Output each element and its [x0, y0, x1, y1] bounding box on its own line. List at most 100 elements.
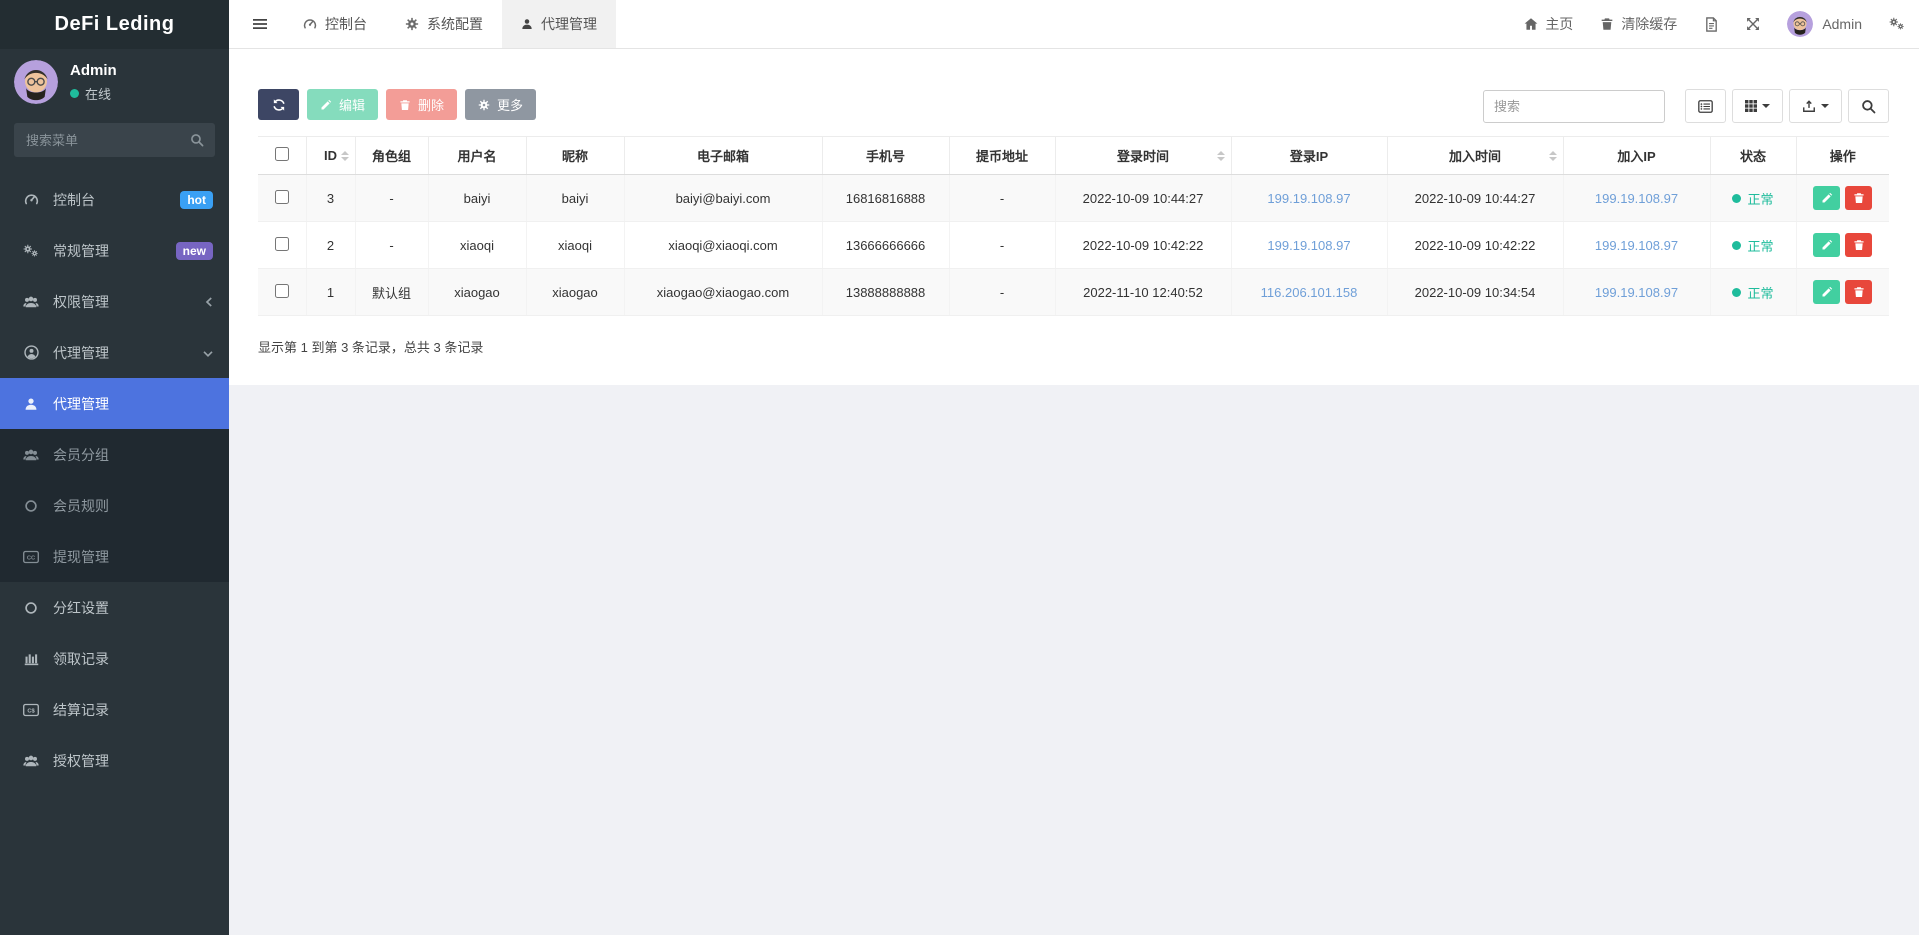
sidebar-item-claim-records[interactable]: 领取记录: [0, 633, 229, 684]
login-ip-link[interactable]: 116.206.101.158: [1261, 285, 1358, 300]
table-panel: 编辑 删除 更多: [229, 49, 1919, 385]
header-withdraw-address: 提币地址: [949, 137, 1055, 175]
header-role-group: 角色组: [355, 137, 428, 175]
row-checkbox[interactable]: [275, 284, 289, 298]
select-all-checkbox[interactable]: [275, 147, 289, 161]
search-button[interactable]: [1848, 89, 1889, 123]
more-label: 更多: [497, 95, 523, 114]
avatar: [14, 60, 58, 104]
menu-toggle-icon[interactable]: [252, 16, 268, 32]
pencil-icon: [1821, 192, 1833, 204]
header-status: 状态: [1710, 137, 1796, 175]
sidebar-item-label: 代理管理: [53, 343, 109, 363]
row-checkbox[interactable]: [275, 190, 289, 204]
header-join-ip: 加入IP: [1563, 137, 1710, 175]
list-alt-icon: [1698, 100, 1713, 113]
row-delete-button[interactable]: [1845, 186, 1872, 210]
header-login-time[interactable]: 登录时间: [1055, 137, 1231, 175]
tab-agent-manage[interactable]: 代理管理: [502, 0, 616, 48]
delete-label: 删除: [418, 95, 444, 114]
join-ip-link[interactable]: 199.19.108.97: [1595, 238, 1678, 253]
login-ip-link[interactable]: 199.19.108.97: [1267, 191, 1350, 206]
sidebar-item-agent-manage[interactable]: 代理管理: [0, 378, 229, 429]
trash-icon: [1853, 286, 1865, 298]
sidebar-item-authorization-manage[interactable]: 授权管理: [0, 735, 229, 786]
gear-icon: [405, 17, 419, 31]
cell-withdraw-address: -: [949, 269, 1055, 316]
more-button[interactable]: 更多: [465, 89, 536, 120]
pencil-icon: [1821, 239, 1833, 251]
sidebar-item-label: 权限管理: [53, 292, 109, 312]
join-ip-link[interactable]: 199.19.108.97: [1595, 285, 1678, 300]
navbar-right: 主页 清除缓存 Admin: [1524, 11, 1919, 37]
sidebar-item-label: 代理管理: [53, 394, 109, 414]
home-label: 主页: [1545, 14, 1573, 34]
data-table: ID 角色组 用户名 昵称 电子邮箱 手机号 提币地址 登录时间 登录IP 加入…: [258, 136, 1889, 316]
delete-button[interactable]: 删除: [386, 89, 457, 120]
sidebar: DeFi Leding Admin 在线 控制台 hot 常规管理: [0, 0, 229, 935]
row-delete-button[interactable]: [1845, 233, 1872, 257]
row-edit-button[interactable]: [1813, 280, 1840, 304]
row-checkbox[interactable]: [275, 237, 289, 251]
records-summary: 显示第 1 到第 3 条记录，总共 3 条记录: [258, 337, 1889, 356]
edit-button[interactable]: 编辑: [307, 89, 378, 120]
row-edit-button[interactable]: [1813, 233, 1840, 257]
search-icon: [190, 133, 204, 147]
cell-login-time: 2022-10-09 10:44:27: [1055, 175, 1231, 222]
cell-join-time: 2022-10-09 10:34:54: [1387, 269, 1563, 316]
refresh-button[interactable]: [258, 89, 299, 120]
caret-down-icon: [1821, 104, 1829, 108]
row-delete-button[interactable]: [1845, 280, 1872, 304]
settings-button[interactable]: [1889, 16, 1905, 32]
cell-nickname: xiaogao: [526, 269, 624, 316]
export-button[interactable]: [1789, 89, 1842, 123]
agent-submenu: 代理管理 会员分组 会员规则 提现管理: [0, 378, 229, 582]
circle-icon: [22, 499, 40, 513]
sidebar-item-dividend-settings[interactable]: 分红设置: [0, 582, 229, 633]
cogs-icon: [1889, 16, 1905, 32]
sidebar-item-general[interactable]: 常规管理 new: [0, 225, 229, 276]
cell-id: 3: [306, 175, 355, 222]
status-dot-icon: [1732, 194, 1741, 203]
cell-role-group: 默认组: [355, 269, 428, 316]
status-badge: 正常: [1732, 236, 1773, 255]
header-join-time[interactable]: 加入时间: [1387, 137, 1563, 175]
table-search-input[interactable]: [1483, 90, 1665, 123]
admin-menu[interactable]: Admin: [1787, 11, 1862, 37]
sidebar-item-dashboard[interactable]: 控制台 hot: [0, 174, 229, 225]
home-link[interactable]: 主页: [1524, 14, 1573, 34]
cell-phone: 13666666666: [822, 222, 949, 269]
header-id[interactable]: ID: [306, 137, 355, 175]
status-badge: 正常: [1732, 189, 1773, 208]
file-icon: [1704, 17, 1719, 32]
menu-search-input[interactable]: [14, 123, 215, 157]
users-icon: [22, 753, 40, 769]
tab-dashboard[interactable]: 控制台: [284, 0, 386, 48]
user-name: Admin: [70, 62, 117, 79]
docs-button[interactable]: [1704, 17, 1719, 32]
app-logo: DeFi Leding: [0, 0, 229, 49]
toggle-view-button[interactable]: [1685, 89, 1726, 123]
clear-cache-link[interactable]: 清除缓存: [1600, 14, 1677, 34]
sidebar-item-agent-parent[interactable]: 代理管理: [0, 327, 229, 378]
tab-label: 代理管理: [541, 14, 597, 34]
sidebar-item-permissions[interactable]: 权限管理: [0, 276, 229, 327]
cell-email: xiaoqi@xiaoqi.com: [624, 222, 822, 269]
tab-system-config[interactable]: 系统配置: [386, 0, 502, 48]
sort-icon: [1549, 151, 1557, 161]
sidebar-item-settlement-records[interactable]: 结算记录: [0, 684, 229, 735]
user-status-label: 在线: [85, 84, 111, 103]
cogs-icon: [22, 243, 40, 259]
login-ip-link[interactable]: 199.19.108.97: [1267, 238, 1350, 253]
sidebar-item-withdraw-manage[interactable]: 提现管理: [0, 531, 229, 582]
join-ip-link[interactable]: 199.19.108.97: [1595, 191, 1678, 206]
main-area: 控制台 系统配置 代理管理 主页 清除缓存: [229, 0, 1919, 935]
gauge-icon: [303, 17, 317, 31]
sidebar-item-member-groups[interactable]: 会员分组: [0, 429, 229, 480]
row-edit-button[interactable]: [1813, 186, 1840, 210]
cell-login-time: 2022-10-09 10:42:22: [1055, 222, 1231, 269]
sidebar-item-member-rules[interactable]: 会员规则: [0, 480, 229, 531]
fullscreen-button[interactable]: [1746, 17, 1760, 31]
sort-icon: [341, 151, 349, 161]
columns-button[interactable]: [1732, 89, 1783, 123]
